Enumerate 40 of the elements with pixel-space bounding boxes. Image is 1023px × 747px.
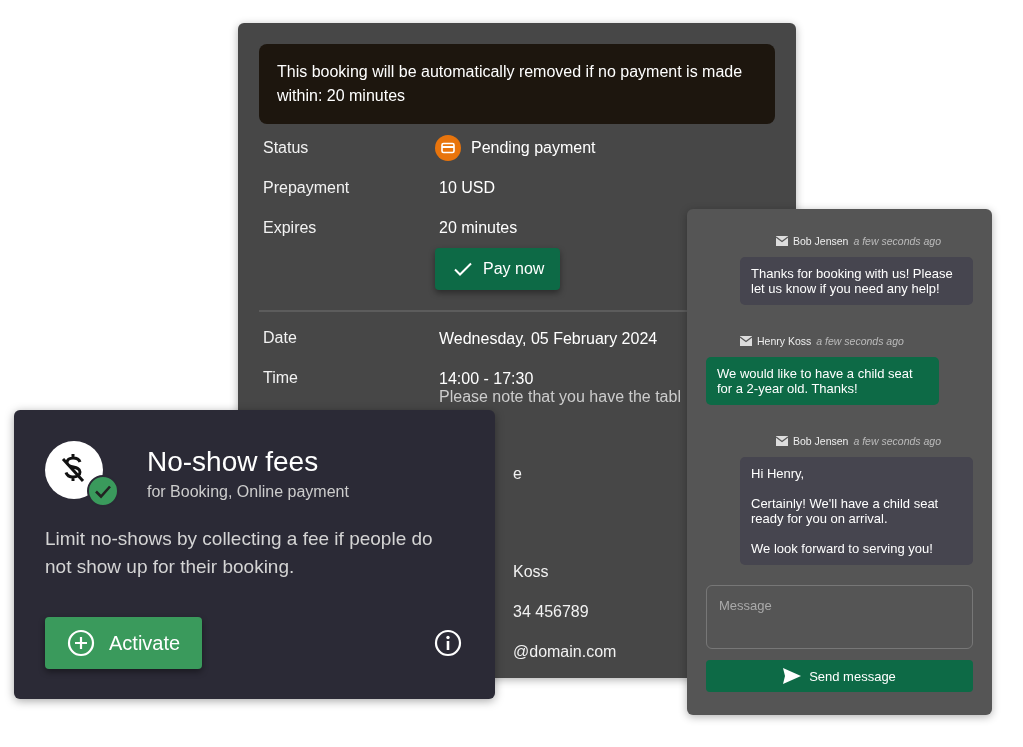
plus-circle-icon [67,629,95,657]
field-value: 20 minutes [439,219,518,237]
field-label: Status [262,138,310,158]
envelope-icon [775,436,788,446]
field-value: @domain.com [513,642,617,662]
add-on-description: Limit no-shows by collecting a fee if people do not show up for their booking. [45,527,434,579]
info-icon[interactable] [434,629,462,657]
message-time: a few seconds ago [853,435,941,447]
field-label: Expires [262,218,318,238]
field-value: 14:00 - 17:30 [439,370,534,388]
activate-button[interactable]: Activate [45,617,203,669]
envelope-icon [740,336,752,346]
pay-now-button[interactable]: Pay now [435,248,561,290]
field-value: Koss [513,562,549,582]
add-on-title: No-show fees [147,445,320,479]
message-bubble: Hi Henry, Certainly! We'll have a child seat ready for you on arrival. We look forward to serving you! [740,457,973,565]
send-message-button[interactable]: Send message [706,660,973,692]
add-on-subtitle: for Booking, Online payment [147,483,349,501]
message-author: Bob Jensen [792,235,849,247]
message-bubble: Thanks for booking with us! Please let us know if you need any help! [740,257,973,305]
send-icon [783,668,802,684]
message-input[interactable]: Message [706,585,973,649]
field-value: Pending payment [471,139,596,157]
field-value: e [513,464,522,484]
payment-notice: This booking will be automatically removed if no payment is made within: 20 minutes [259,44,775,124]
message-time: a few seconds ago [816,335,904,347]
field-label: Prepayment [262,178,351,198]
message-bubble: We would like to have a child seat for a 2-year old. Thanks! [706,357,939,405]
message-time: a few seconds ago [853,235,941,247]
message-author: Bob Jensen [792,435,849,447]
check-badge-icon [87,475,119,507]
field-value: 10 USD [439,179,496,197]
envelope-icon [775,236,788,246]
table-time-note: Please note that you have the tabl [439,388,681,405]
credit-card-icon [435,135,461,161]
field-label: Date [262,328,298,348]
field-value: Wednesday, 05 February 2024 [439,330,658,348]
message-author: Henry Koss [757,335,812,347]
field-label: Time [262,368,299,388]
field-value: 34 456789 [513,602,589,622]
